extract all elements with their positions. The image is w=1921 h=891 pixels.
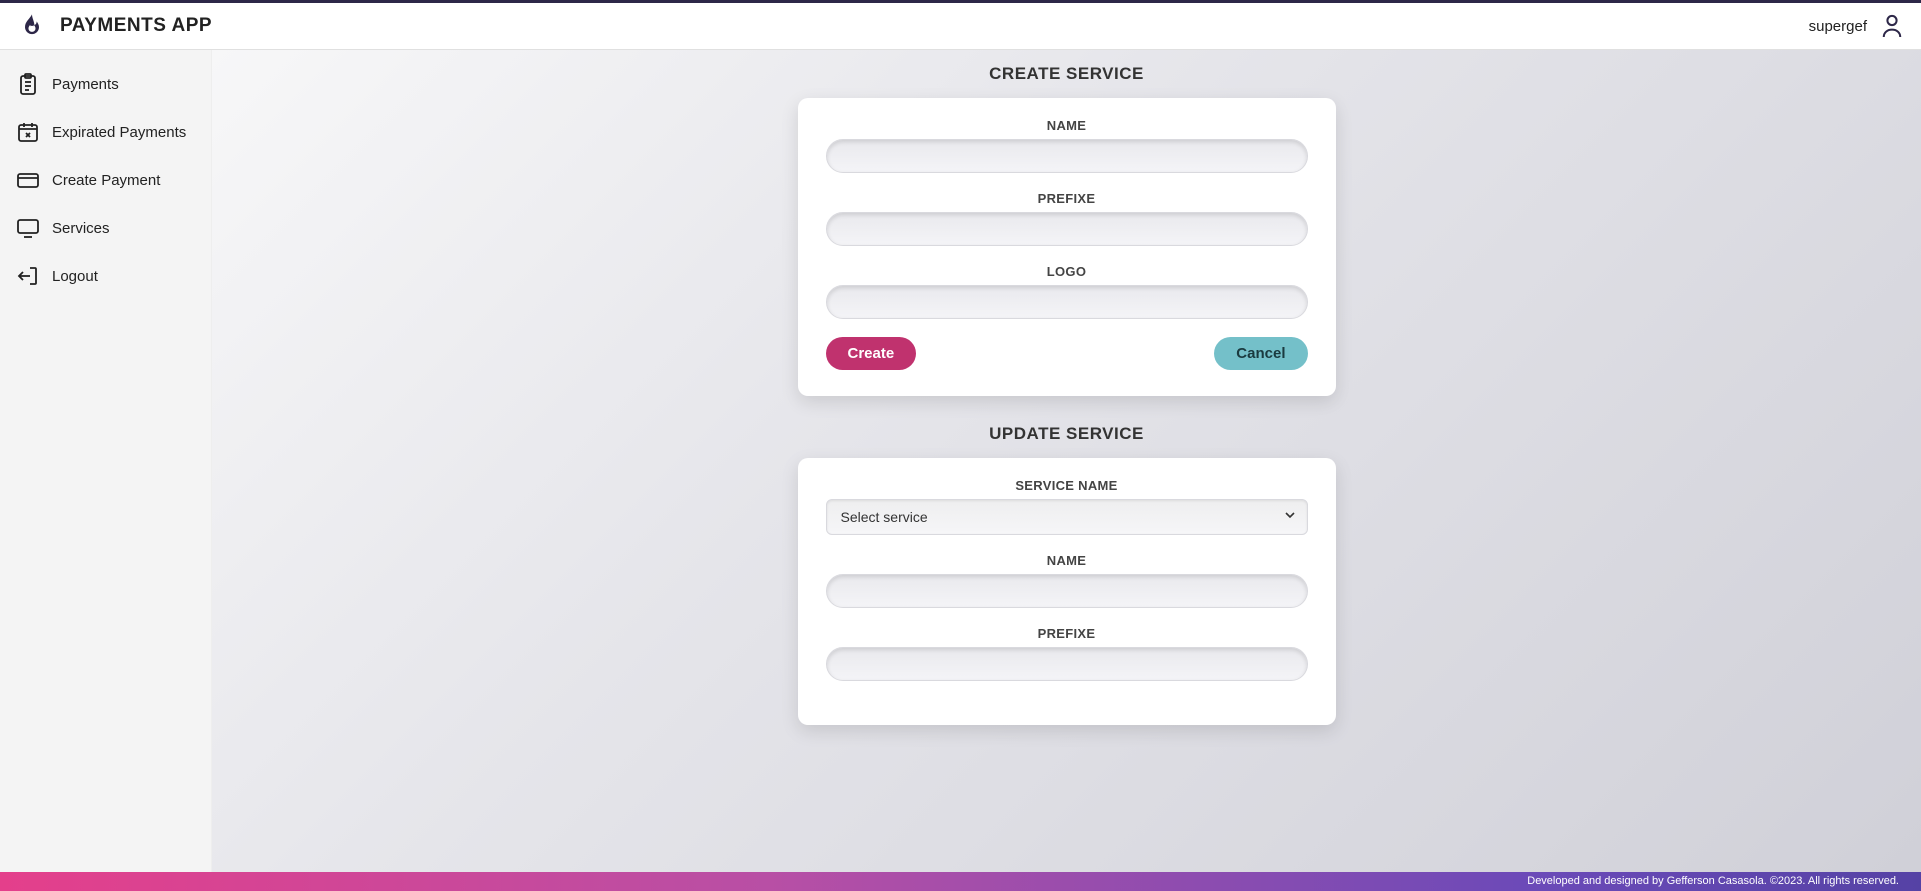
create-prefixe-label: PREFIXE — [826, 191, 1308, 206]
flame-logo-icon — [18, 12, 46, 40]
create-logo-input[interactable] — [826, 285, 1308, 319]
sidebar-item-label: Payments — [52, 76, 119, 93]
create-button[interactable]: Create — [826, 337, 917, 370]
cancel-button[interactable]: Cancel — [1214, 337, 1307, 370]
sidebar-item-logout[interactable]: Logout — [0, 252, 211, 300]
sidebar-item-label: Services — [52, 220, 110, 237]
sidebar-item-create-payment[interactable]: Create Payment — [0, 156, 211, 204]
sidebar-item-payments[interactable]: Payments — [0, 60, 211, 108]
create-service-title: CREATE SERVICE — [212, 64, 1921, 84]
sidebar-item-services[interactable]: Services — [0, 204, 211, 252]
user-icon[interactable] — [1881, 13, 1903, 39]
create-name-label: NAME — [826, 118, 1308, 133]
create-logo-label: LOGO — [826, 264, 1308, 279]
update-name-label: NAME — [826, 553, 1308, 568]
update-service-card: SERVICE NAME Select service NAME — [798, 458, 1336, 725]
create-service-card: NAME PREFIXE LOGO Create Cancel — [798, 98, 1336, 396]
update-service-title: UPDATE SERVICE — [212, 424, 1921, 444]
update-prefixe-input[interactable] — [826, 647, 1308, 681]
update-prefixe-label: PREFIXE — [826, 626, 1308, 641]
monitor-icon — [16, 216, 40, 240]
update-name-input[interactable] — [826, 574, 1308, 608]
topbar-left: PAYMENTS APP — [18, 12, 212, 40]
topbar-right: supergef — [1809, 13, 1903, 39]
sidebar-item-expirated-payments[interactable]: Expirated Payments — [0, 108, 211, 156]
sidebar-item-label: Expirated Payments — [52, 124, 186, 141]
footer: Developed and designed by Gefferson Casa… — [0, 872, 1921, 891]
sidebar: Payments Expirated Payments Create Payme… — [0, 50, 212, 872]
create-name-input[interactable] — [826, 139, 1308, 173]
main-scroll[interactable]: CREATE SERVICE NAME PREFIXE LOGO Create … — [212, 50, 1921, 872]
footer-text: Developed and designed by Gefferson Casa… — [1527, 875, 1899, 887]
topbar: PAYMENTS APP supergef — [0, 0, 1921, 50]
logout-icon — [16, 264, 40, 288]
content-row: Payments Expirated Payments Create Payme… — [0, 50, 1921, 872]
clipboard-icon — [16, 72, 40, 96]
sidebar-item-label: Create Payment — [52, 172, 160, 189]
sidebar-item-label: Logout — [52, 268, 98, 285]
card-icon — [16, 168, 40, 192]
calendar-x-icon — [16, 120, 40, 144]
app-title: PAYMENTS APP — [60, 15, 212, 37]
username-label: supergef — [1809, 18, 1867, 35]
update-service-name-label: SERVICE NAME — [826, 478, 1308, 493]
service-select[interactable]: Select service — [826, 499, 1308, 535]
main: CREATE SERVICE NAME PREFIXE LOGO Create … — [212, 50, 1921, 872]
create-prefixe-input[interactable] — [826, 212, 1308, 246]
